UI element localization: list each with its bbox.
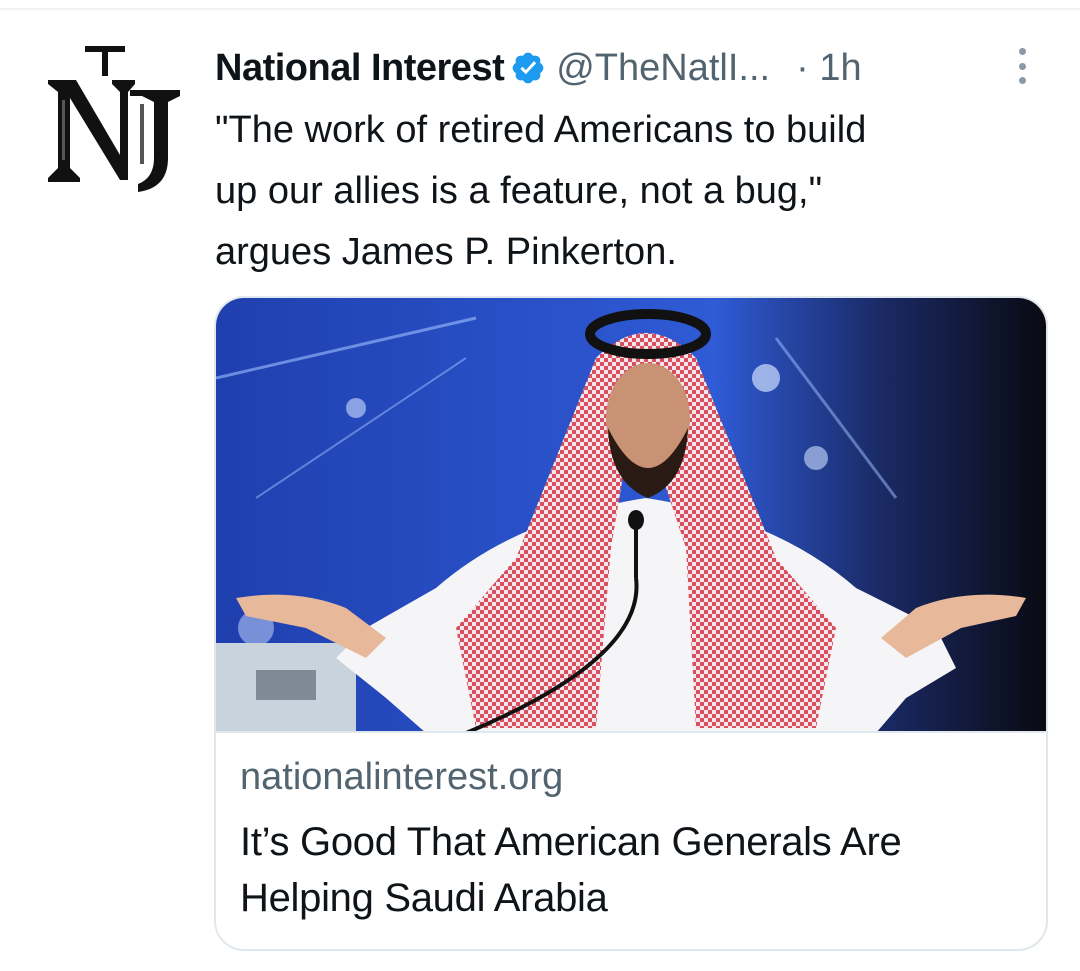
card-title[interactable]: It’s Good That American Generals Are Hel… [240,814,1030,926]
verified-badge-icon [512,52,544,84]
national-interest-logo-icon [48,46,180,192]
card-title-line: Helping Saudi Arabia [240,876,608,920]
card-photo [216,298,1046,731]
tweet-header: National Interest @TheNatlI... · 1h [215,42,1045,94]
card-domain[interactable]: nationalinterest.org [240,756,563,799]
card-title-line: It’s Good That American Generals Are [240,820,902,864]
tweet-text-line: argues James P. Pinkerton. [215,231,677,273]
tweet-text-line: "The work of retired Americans to build [215,109,867,151]
author-handle[interactable]: @TheNatlI... [556,47,770,90]
author-avatar[interactable] [40,40,190,200]
link-preview-card[interactable]: nationalinterest.org It’s Good That Amer… [214,296,1048,951]
more-options-icon[interactable] [1010,44,1034,88]
tweet-timestamp[interactable]: · 1h [796,47,861,90]
author-display-name[interactable]: National Interest [215,47,505,90]
tweet-text-line: up our allies is a feature, not a bug," [215,170,823,212]
tweet-text: "The work of retired Americans to build … [215,100,1035,283]
tweet[interactable]: National Interest @TheNatlI... · 1h "The… [0,0,1080,971]
card-image[interactable] [216,298,1046,733]
